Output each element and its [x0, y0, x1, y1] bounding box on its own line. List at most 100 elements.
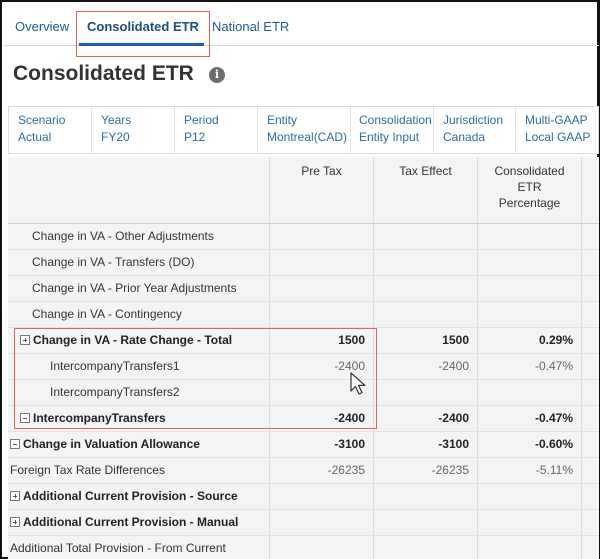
tax-effect-cell[interactable] [374, 536, 478, 559]
row-header[interactable]: Additional Total Provision - From Curren… [8, 536, 270, 559]
tax-effect-cell[interactable] [374, 484, 478, 509]
row-header[interactable]: Change in Valuation Allowance [8, 432, 270, 457]
etr-percentage-cell[interactable]: -0.47% [478, 406, 582, 431]
table-row[interactable]: Change in VA - Rate Change - Total 1500 15… [8, 328, 599, 354]
pov-period[interactable]: Period P12 [175, 107, 258, 153]
pov-dimension-label: Multi-GAAP [525, 113, 588, 127]
collapse-minus-icon[interactable] [20, 413, 30, 423]
table-row[interactable]: Change in VA - Contingency [8, 302, 599, 328]
pov-entity[interactable]: Entity Montreal(CAD) [258, 107, 351, 153]
etr-percentage-cell[interactable] [478, 380, 582, 405]
etr-percentage-cell[interactable]: -5.11% [478, 458, 582, 483]
row-label: Foreign Tax Rate Differences [10, 463, 165, 477]
pre-tax-cell[interactable]: -26235 [270, 458, 374, 483]
table-row[interactable]: Change in VA - Other Adjustments [8, 224, 599, 250]
table-row[interactable]: Additional Current Provision - Manual [8, 510, 599, 536]
pov-consolidation[interactable]: Consolidation Entity Input [351, 107, 434, 153]
table-row[interactable]: Additional Current Provision - Source [8, 484, 599, 510]
overflow-cell [582, 276, 599, 301]
tax-effect-cell[interactable] [374, 510, 478, 535]
pre-tax-cell[interactable]: -3100 [270, 432, 374, 457]
pov-dimension-label: Entity [267, 113, 298, 127]
column-header-etr-percentage[interactable]: Consolidated ETR Percentage [478, 157, 582, 224]
etr-percentage-cell[interactable] [478, 536, 582, 559]
tax-effect-cell[interactable] [374, 224, 478, 249]
column-header-pre-tax[interactable]: Pre Tax [270, 157, 374, 224]
column-header-tax-effect[interactable]: Tax Effect [374, 157, 478, 224]
overflow-cell [582, 458, 599, 483]
overflow-cell [582, 224, 599, 249]
pov-member-value: Actual [18, 130, 52, 144]
tax-effect-cell[interactable]: -3100 [374, 432, 478, 457]
tax-effect-cell[interactable]: 1500 [374, 328, 478, 353]
tax-effect-cell[interactable] [374, 380, 478, 405]
row-header[interactable]: Change in VA - Contingency [8, 302, 270, 327]
row-header[interactable]: Additional Current Provision - Source [8, 484, 270, 509]
etr-percentage-cell[interactable] [478, 484, 582, 509]
pre-tax-cell[interactable] [270, 510, 374, 535]
column-header-label: Pre Tax [301, 164, 342, 178]
row-label: Change in VA - Contingency [32, 307, 182, 321]
table-row[interactable]: IntercompanyTransfers2 [8, 380, 599, 406]
etr-percentage-cell[interactable] [478, 250, 582, 275]
pov-member-value: Canada [443, 130, 486, 144]
table-row[interactable]: IntercompanyTransfers -2400 -2400 -0.47% [8, 406, 599, 432]
row-header[interactable]: Change in VA - Rate Change - Total [8, 328, 270, 353]
tax-effect-cell[interactable]: -26235 [374, 458, 478, 483]
row-label: IntercompanyTransfers2 [50, 385, 180, 399]
pre-tax-cell[interactable] [270, 536, 374, 559]
pre-tax-cell[interactable] [270, 224, 374, 249]
etr-percentage-cell[interactable] [478, 276, 582, 301]
etr-percentage-cell[interactable]: -0.60% [478, 432, 582, 457]
collapse-minus-icon[interactable] [10, 439, 20, 449]
expand-plus-icon[interactable] [20, 335, 30, 345]
pov-bar: Scenario Actual Years FY20 Period P12 En… [8, 106, 599, 154]
pov-scenario[interactable]: Scenario Actual [9, 107, 92, 153]
row-header[interactable]: Change in VA - Other Adjustments [8, 224, 270, 249]
pov-years[interactable]: Years FY20 [92, 107, 175, 153]
table-row[interactable]: Foreign Tax Rate Differences -26235 -26235… [8, 458, 599, 484]
row-header[interactable]: IntercompanyTransfers2 [8, 380, 270, 405]
pre-tax-cell[interactable]: -2400 [270, 406, 374, 431]
pre-tax-cell[interactable] [270, 484, 374, 509]
etr-percentage-cell[interactable] [478, 302, 582, 327]
expand-plus-icon[interactable] [10, 517, 20, 527]
row-header[interactable]: IntercompanyTransfers [8, 406, 270, 431]
row-label: Change in Valuation Allowance [23, 437, 200, 451]
tax-effect-cell[interactable] [374, 302, 478, 327]
table-row[interactable]: Change in VA - Prior Year Adjustments [8, 276, 599, 302]
table-row[interactable]: Change in VA - Transfers (DO) [8, 250, 599, 276]
tax-effect-cell[interactable]: -2400 [374, 354, 478, 379]
row-header[interactable]: Foreign Tax Rate Differences [8, 458, 270, 483]
tax-effect-cell[interactable] [374, 276, 478, 301]
pre-tax-cell[interactable]: 1500 [270, 328, 374, 353]
row-header[interactable]: Change in VA - Transfers (DO) [8, 250, 270, 275]
tax-effect-cell[interactable] [374, 250, 478, 275]
row-header[interactable]: IntercompanyTransfers1 [8, 354, 270, 379]
tab-overview[interactable]: Overview [15, 19, 69, 34]
row-header[interactable]: Change in VA - Prior Year Adjustments [8, 276, 270, 301]
etr-percentage-cell[interactable]: 0.29% [478, 328, 582, 353]
row-label: Change in VA - Rate Change - Total [33, 333, 233, 347]
etr-percentage-cell[interactable] [478, 224, 582, 249]
tab-national-etr[interactable]: National ETR [212, 19, 289, 34]
table-row[interactable]: IntercompanyTransfers1 -2400 -2400 -0.47% [8, 354, 599, 380]
pov-jurisdiction[interactable]: Jurisdiction Canada [434, 107, 516, 153]
info-icon[interactable]: i [209, 67, 225, 83]
expand-plus-icon[interactable] [10, 491, 20, 501]
pre-tax-cell[interactable] [270, 276, 374, 301]
etr-percentage-cell[interactable]: -0.47% [478, 354, 582, 379]
row-label: Additional Current Provision - Manual [23, 515, 239, 529]
pov-multi-gaap[interactable]: Multi-GAAP Local GAAP [516, 107, 600, 153]
row-header[interactable]: Additional Current Provision - Manual [8, 510, 270, 535]
tax-effect-cell[interactable]: -2400 [374, 406, 478, 431]
overflow-cell [582, 250, 599, 275]
pre-tax-cell[interactable] [270, 302, 374, 327]
table-row[interactable]: Additional Total Provision - From Curren… [8, 536, 599, 559]
pov-member-value: FY20 [101, 130, 130, 144]
row-label: Change in VA - Other Adjustments [32, 229, 214, 243]
pre-tax-cell[interactable] [270, 250, 374, 275]
pov-member-value: Local GAAP [525, 130, 591, 144]
etr-percentage-cell[interactable] [478, 510, 582, 535]
table-row[interactable]: Change in Valuation Allowance -3100 -3100-… [8, 432, 599, 458]
